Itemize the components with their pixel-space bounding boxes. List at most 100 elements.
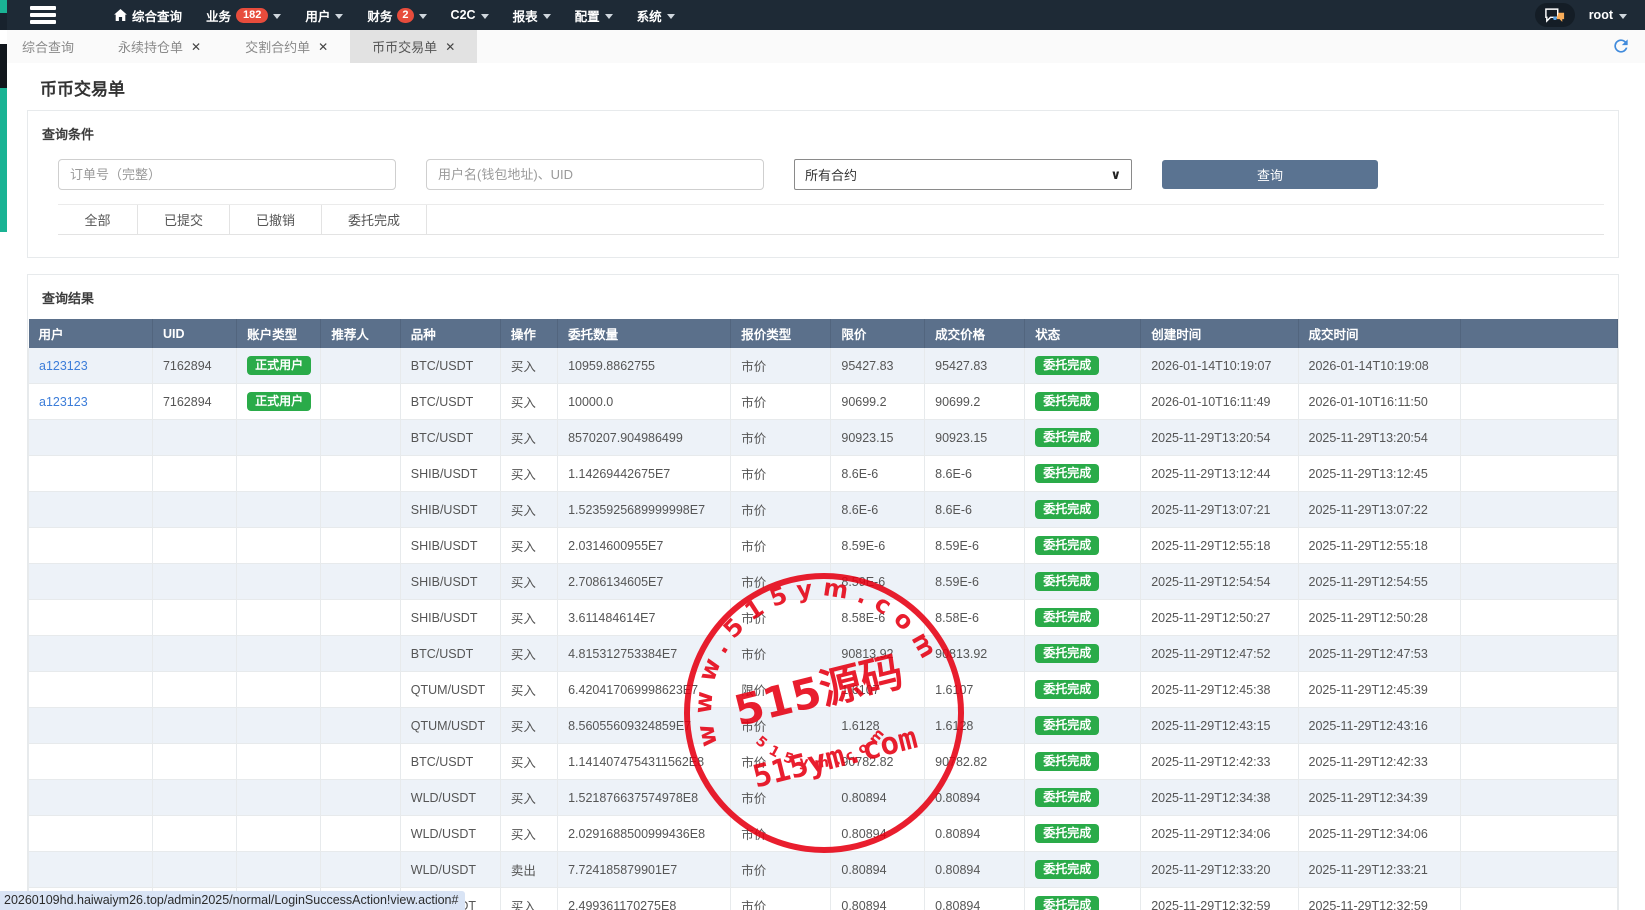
- cell-limit_price: 0.80894: [831, 888, 925, 910]
- tab-delivery-contracts[interactable]: 交割合约单 ✕: [223, 30, 350, 63]
- cell-created_at: 2025-11-29T13:12:44: [1141, 456, 1298, 492]
- table-row: WLD/USDT买入1.521876637574978E8市价0.808940.…: [29, 780, 1618, 816]
- cell-quote_type: 市价: [731, 888, 831, 910]
- cell-created_at: 2026-01-14T10:19:07: [1141, 348, 1298, 384]
- select-caret-icon: ∨: [1110, 167, 1121, 183]
- nav-item-system[interactable]: 系统: [627, 0, 685, 30]
- user-search-input[interactable]: [426, 159, 764, 190]
- cell-uid: [152, 636, 236, 672]
- cell-side: 买入: [500, 492, 557, 528]
- cell-side: 买入: [500, 420, 557, 456]
- cell-created_at: 2025-11-29T12:33:20: [1141, 852, 1298, 888]
- chat-button[interactable]: [1535, 3, 1575, 27]
- chevron-down-icon: [273, 14, 281, 19]
- cell-referrer: [321, 672, 400, 708]
- column-header: 品种: [400, 319, 500, 348]
- status-badge: 委托完成: [1035, 680, 1099, 699]
- cell-amount: 10959.8862755: [558, 348, 731, 384]
- cell-referrer: [321, 852, 400, 888]
- cell-dealt_at: 2025-11-29T12:50:28: [1298, 600, 1460, 636]
- nav-item-users[interactable]: 用户: [295, 0, 353, 30]
- user-menu[interactable]: root: [1589, 8, 1627, 22]
- cell-referrer: [321, 600, 400, 636]
- status-filter-tab-1[interactable]: 已提交: [138, 205, 230, 234]
- cell-uid: [152, 420, 236, 456]
- cell-user: [29, 492, 153, 528]
- close-icon[interactable]: ✕: [318, 40, 328, 54]
- cell-deal_price: 0.80894: [925, 852, 1025, 888]
- cell-uid: [152, 528, 236, 564]
- cell-created_at: 2025-11-29T13:20:54: [1141, 420, 1298, 456]
- search-button[interactable]: 查询: [1162, 160, 1378, 189]
- table-row: QTUM/USDT买入8.56055609324859E7市价1.61281.6…: [29, 708, 1618, 744]
- cell-dealt_at: 2025-11-29T12:42:33: [1298, 744, 1460, 780]
- nav-item-reports[interactable]: 报表: [503, 0, 561, 30]
- close-icon[interactable]: ✕: [445, 40, 455, 54]
- nav-item-c2c[interactable]: C2C: [441, 0, 499, 30]
- status-badge: 委托完成: [1035, 860, 1099, 879]
- cell-referrer: [321, 492, 400, 528]
- chevron-down-icon: [605, 14, 613, 19]
- cell-quote_type: 市价: [731, 528, 831, 564]
- cell-created_at: 2026-01-10T16:11:49: [1141, 384, 1298, 420]
- cell-account_type: [237, 528, 321, 564]
- cell-blank: [1460, 564, 1617, 600]
- cell-blank: [1460, 816, 1617, 852]
- cell-uid: 7162894: [152, 348, 236, 384]
- order-id-input[interactable]: [58, 159, 396, 190]
- contract-select[interactable]: 所有合约 ∨: [794, 159, 1132, 190]
- column-header: 用户: [29, 319, 153, 348]
- status-badge: 委托完成: [1035, 644, 1099, 663]
- cell-dealt_at: 2025-11-29T12:32:59: [1298, 888, 1460, 910]
- table-header-row: 用户UID账户类型推荐人品种操作委托数量报价类型限价成交价格状态创建时间成交时间: [29, 319, 1618, 348]
- nav-item-business[interactable]: 业务 182: [196, 0, 291, 30]
- cell-deal_price: 0.80894: [925, 816, 1025, 852]
- cell-account_type: [237, 816, 321, 852]
- cell-account_type: [237, 780, 321, 816]
- cell-amount: 1.1414074754311562E8: [558, 744, 731, 780]
- cell-side: 买入: [500, 708, 557, 744]
- cell-account_type: [237, 456, 321, 492]
- cell-side: 买入: [500, 456, 557, 492]
- user-link[interactable]: a123123: [39, 395, 88, 409]
- cell-account_type: [237, 636, 321, 672]
- status-filter-tab-0[interactable]: 全部: [58, 205, 138, 234]
- open-tabs-bar: 综合查询 永续持仓单 ✕ 交割合约单 ✕ 币币交易单 ✕: [0, 30, 1645, 63]
- cell-amount: 7.724185879901E7: [558, 852, 731, 888]
- user-link[interactable]: a123123: [39, 359, 88, 373]
- cell-blank: [1460, 492, 1617, 528]
- cell-account_type: [237, 744, 321, 780]
- hamburger-menu-icon[interactable]: [30, 6, 56, 24]
- column-header: UID: [152, 319, 236, 348]
- nav-item-home[interactable]: 综合查询: [104, 0, 192, 30]
- nav-item-finance[interactable]: 财务 2: [357, 0, 436, 30]
- status-bar-url: 20260109hd.haiwaiym26.top/admin2025/norm…: [0, 891, 465, 910]
- account-type-badge: 正式用户: [247, 356, 311, 375]
- table-row: WLD/USDT买入2.0291688500999436E8市价0.808940…: [29, 816, 1618, 852]
- nav-item-config[interactable]: 配置: [565, 0, 623, 30]
- cell-dealt_at: 2025-11-29T12:34:06: [1298, 816, 1460, 852]
- cell-quote_type: 市价: [731, 708, 831, 744]
- cell-quote_type: 市价: [731, 852, 831, 888]
- tab-summary-query[interactable]: 综合查询: [0, 30, 96, 63]
- status-filter-tab-2[interactable]: 已撤销: [230, 205, 322, 234]
- cell-user: [29, 456, 153, 492]
- cell-side: 买入: [500, 348, 557, 384]
- cell-blank: [1460, 780, 1617, 816]
- status-badge: 委托完成: [1035, 464, 1099, 483]
- table-row: WLD/USDT卖出7.724185879901E7市价0.808940.808…: [29, 852, 1618, 888]
- tab-perpetual-positions[interactable]: 永续持仓单 ✕: [96, 30, 223, 63]
- status-filter-tab-3[interactable]: 委托完成: [322, 205, 427, 234]
- cell-limit_price: 90813.92: [831, 636, 925, 672]
- cell-limit_price: 8.59E-6: [831, 564, 925, 600]
- tab-spot-orders[interactable]: 币币交易单 ✕: [350, 30, 477, 63]
- cell-limit_price: 1.6128: [831, 708, 925, 744]
- cell-blank: [1460, 600, 1617, 636]
- cell-account_type: [237, 492, 321, 528]
- close-icon[interactable]: ✕: [191, 40, 201, 54]
- cell-blank: [1460, 852, 1617, 888]
- cell-account_type: [237, 708, 321, 744]
- refresh-icon[interactable]: [1611, 36, 1631, 56]
- cell-deal_price: 90782.82: [925, 744, 1025, 780]
- cell-quote_type: 市价: [731, 384, 831, 420]
